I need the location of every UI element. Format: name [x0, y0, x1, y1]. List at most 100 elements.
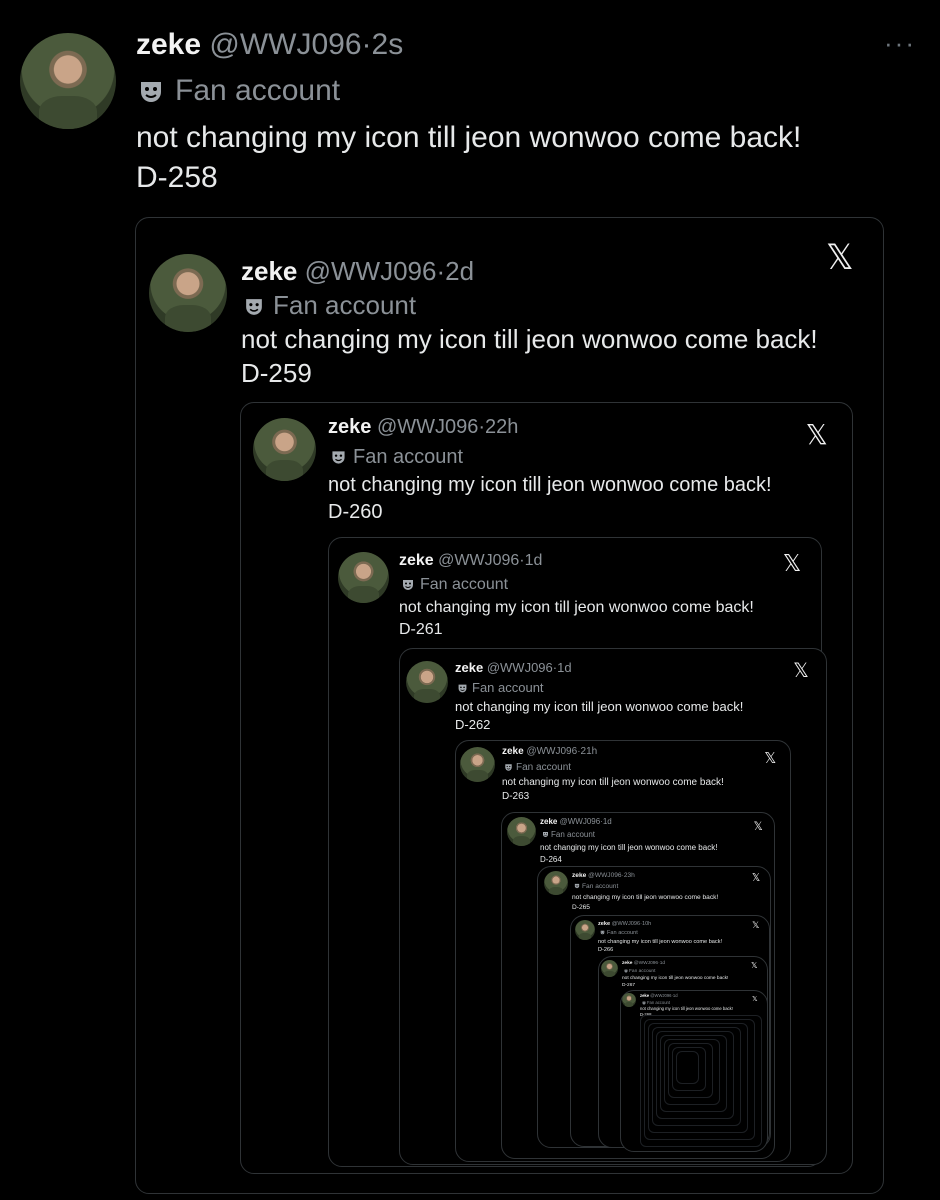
- timestamp[interactable]: 2s: [372, 28, 404, 61]
- tweet-text: not changing my icon till jeon wonwoo co…: [502, 776, 724, 804]
- timestamp[interactable]: 1d: [673, 993, 678, 998]
- countdown: D-262: [455, 717, 491, 732]
- timestamp[interactable]: 22h: [485, 416, 518, 438]
- countdown: D-266: [598, 947, 614, 953]
- author-name[interactable]: zeke: [399, 552, 434, 569]
- author-handle[interactable]: @WWJ096: [588, 872, 621, 879]
- countdown: D-260: [328, 501, 383, 523]
- x-logo-icon[interactable]: 𝕏: [752, 873, 760, 884]
- fan-account-text: Fan account: [273, 290, 417, 320]
- timestamp[interactable]: 23h: [624, 872, 635, 879]
- tweet-text-line: not changing my icon till jeon wonwoo co…: [640, 1006, 733, 1011]
- tweet-header: zeke @WWJ096·1d: [399, 550, 542, 572]
- mask-icon: [624, 969, 628, 973]
- tweet-text-line: not changing my icon till jeon wonwoo co…: [455, 699, 744, 714]
- fan-account-text: Fan account: [607, 930, 638, 936]
- author-handle[interactable]: @WWJ096: [560, 817, 601, 826]
- author-handle[interactable]: @WWJ096: [634, 961, 658, 966]
- tweet-text: not changing my icon till jeon wonwoo co…: [455, 698, 743, 734]
- x-logo-icon[interactable]: 𝕏: [752, 996, 758, 1003]
- tweet-text-line: not changing my icon till jeon wonwoo co…: [399, 599, 754, 616]
- tweet-text: not changing my icon till jeon wonwoo co…: [598, 938, 722, 954]
- tweet-header: zeke @WWJ096·1d: [622, 960, 665, 967]
- avatar[interactable]: [149, 254, 227, 332]
- tweet-text-line: not changing my icon till jeon wonwoo co…: [136, 121, 802, 154]
- tweet-header: zeke @WWJ096·21h: [502, 745, 597, 759]
- author-name[interactable]: zeke: [136, 28, 201, 61]
- author-name[interactable]: zeke: [572, 872, 586, 879]
- tweet-text: not changing my icon till jeon wonwoo co…: [136, 118, 801, 198]
- tweet-text-line: not changing my icon till jeon wonwoo co…: [572, 894, 719, 901]
- timestamp[interactable]: 10h: [642, 921, 651, 927]
- fan-account-text: Fan account: [420, 576, 509, 593]
- author-handle[interactable]: @WWJ096: [612, 921, 640, 927]
- timestamp[interactable]: 1d: [660, 961, 665, 966]
- avatar[interactable]: [601, 960, 618, 977]
- author-name[interactable]: zeke: [502, 746, 524, 757]
- avatar[interactable]: [575, 920, 595, 940]
- timestamp[interactable]: 1d: [557, 660, 571, 675]
- author-handle[interactable]: @WWJ096: [377, 416, 478, 438]
- fan-account-text: Fan account: [551, 830, 596, 839]
- author-handle[interactable]: @WWJ096: [526, 746, 577, 757]
- fan-account-text: Fan account: [472, 680, 544, 695]
- timestamp[interactable]: 21h: [581, 746, 598, 757]
- tweet-header: zeke @WWJ096·2s: [136, 28, 403, 62]
- author-handle[interactable]: @WWJ096: [487, 660, 553, 675]
- avatar[interactable]: [253, 418, 316, 481]
- author-name[interactable]: zeke: [241, 256, 297, 286]
- tweet-text: not changing my icon till jeon wonwoo co…: [540, 842, 717, 865]
- author-handle[interactable]: @WWJ096: [438, 552, 519, 569]
- tweet-text: not changing my icon till jeon wonwoo co…: [328, 472, 772, 526]
- timestamp[interactable]: 1d: [525, 552, 543, 569]
- countdown: D-259: [241, 358, 312, 388]
- avatar[interactable]: [406, 661, 448, 703]
- fan-account-text: Fan account: [582, 883, 619, 890]
- avatar[interactable]: [622, 993, 636, 1007]
- mask-icon: [505, 764, 512, 771]
- mask-icon: [600, 930, 605, 935]
- author-handle[interactable]: @WWJ096: [305, 256, 437, 286]
- fan-account-label: Fan account: [504, 761, 571, 775]
- mask-icon: [141, 82, 161, 103]
- tweet-text-line: not changing my icon till jeon wonwoo co…: [540, 843, 718, 852]
- avatar[interactable]: [544, 871, 568, 895]
- timestamp[interactable]: 1d: [603, 817, 612, 826]
- fan-account-text: Fan account: [629, 969, 656, 974]
- author-name[interactable]: zeke: [640, 993, 649, 998]
- author-name[interactable]: zeke: [598, 921, 610, 927]
- x-logo-icon[interactable]: 𝕏: [793, 661, 809, 681]
- tweet-header: zeke @WWJ096·1d: [540, 816, 612, 828]
- tweet-header: zeke @WWJ096·22h: [328, 414, 518, 441]
- fan-account-label: Fan account: [624, 968, 655, 975]
- mask-icon: [574, 884, 580, 889]
- mask-icon: [332, 451, 345, 464]
- countdown: D-265: [572, 903, 590, 911]
- fan-account-text: Fan account: [353, 446, 464, 468]
- x-logo-icon[interactable]: 𝕏: [783, 552, 802, 576]
- author-name[interactable]: zeke: [540, 817, 557, 826]
- mask-icon: [543, 832, 548, 838]
- x-logo-icon[interactable]: 𝕏: [806, 421, 828, 449]
- tweet-text-line: not changing my icon till jeon wonwoo co…: [502, 777, 724, 788]
- author-name[interactable]: zeke: [328, 416, 371, 438]
- x-logo-icon[interactable]: 𝕏: [826, 241, 854, 276]
- quoted-tweet-card: [676, 1051, 699, 1084]
- more-options-icon[interactable]: ···: [884, 28, 916, 59]
- author-handle[interactable]: @WWJ096: [209, 28, 361, 61]
- author-handle[interactable]: @WWJ096: [650, 993, 671, 998]
- x-logo-icon[interactable]: 𝕏: [753, 820, 762, 833]
- timestamp[interactable]: 2d: [445, 256, 474, 286]
- countdown: D-258: [136, 161, 218, 194]
- x-logo-icon[interactable]: 𝕏: [751, 961, 757, 970]
- avatar[interactable]: [20, 33, 116, 129]
- mask-icon: [403, 579, 413, 590]
- separator: ·: [436, 256, 446, 286]
- author-name[interactable]: zeke: [622, 961, 632, 966]
- avatar[interactable]: [507, 817, 536, 846]
- x-logo-icon[interactable]: 𝕏: [752, 921, 759, 930]
- x-logo-icon[interactable]: 𝕏: [764, 750, 776, 766]
- author-name[interactable]: zeke: [455, 660, 483, 675]
- avatar[interactable]: [460, 747, 495, 782]
- avatar[interactable]: [338, 552, 389, 603]
